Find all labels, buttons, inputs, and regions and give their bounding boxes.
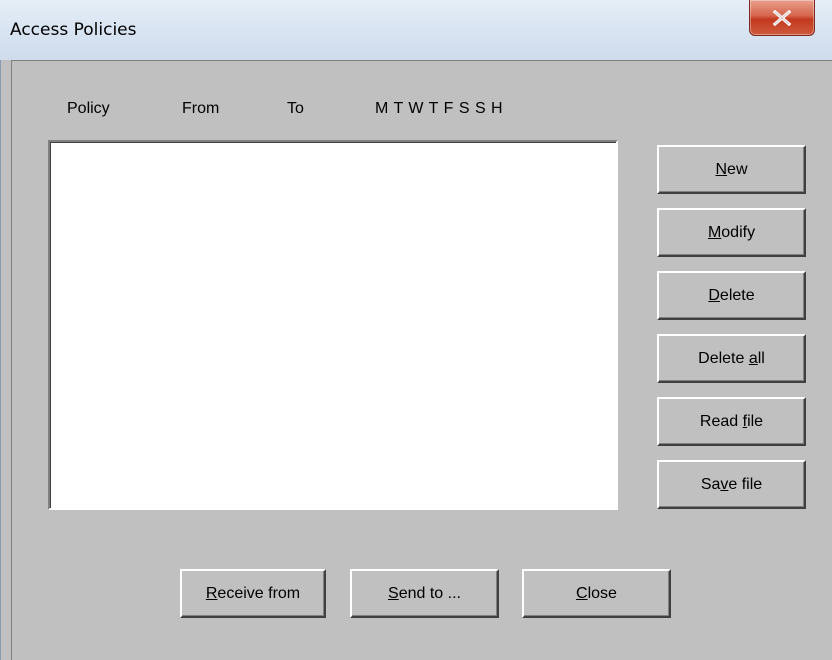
send-to-button[interactable]: Send to ... bbox=[350, 569, 499, 618]
receive-from-button-label: Receive from bbox=[205, 584, 301, 602]
delete-all-button-label: Delete all bbox=[698, 349, 765, 367]
column-header-to: To bbox=[287, 100, 304, 117]
column-header-policy: Policy bbox=[67, 100, 110, 117]
read-file-button[interactable]: Read file bbox=[657, 397, 806, 446]
new-button[interactable]: New bbox=[657, 145, 806, 194]
delete-button[interactable]: Delete bbox=[657, 271, 806, 320]
column-header-from: From bbox=[182, 100, 220, 117]
save-file-button-label: Save file bbox=[700, 475, 763, 493]
modify-button-label: Modify bbox=[707, 223, 756, 241]
title-bar: Access Policies bbox=[0, 0, 832, 60]
policy-list[interactable] bbox=[48, 140, 618, 510]
send-to-button-label: Send to ... bbox=[388, 584, 461, 602]
new-button-label: New bbox=[715, 160, 748, 178]
close-button-label: Close bbox=[576, 584, 617, 602]
receive-from-button[interactable]: Receive from bbox=[180, 569, 326, 618]
window-title: Access Policies bbox=[10, 20, 137, 40]
delete-button-label: Delete bbox=[708, 286, 755, 304]
window-close-button[interactable] bbox=[749, 0, 815, 36]
close-button[interactable]: Close bbox=[522, 569, 671, 618]
column-header-days: M T W T F S S H bbox=[375, 100, 504, 117]
modify-button[interactable]: Modify bbox=[657, 208, 806, 257]
read-file-button-label: Read file bbox=[699, 412, 764, 430]
delete-all-button[interactable]: Delete all bbox=[657, 334, 806, 383]
close-x-icon bbox=[772, 9, 792, 26]
save-file-button[interactable]: Save file bbox=[657, 460, 806, 509]
